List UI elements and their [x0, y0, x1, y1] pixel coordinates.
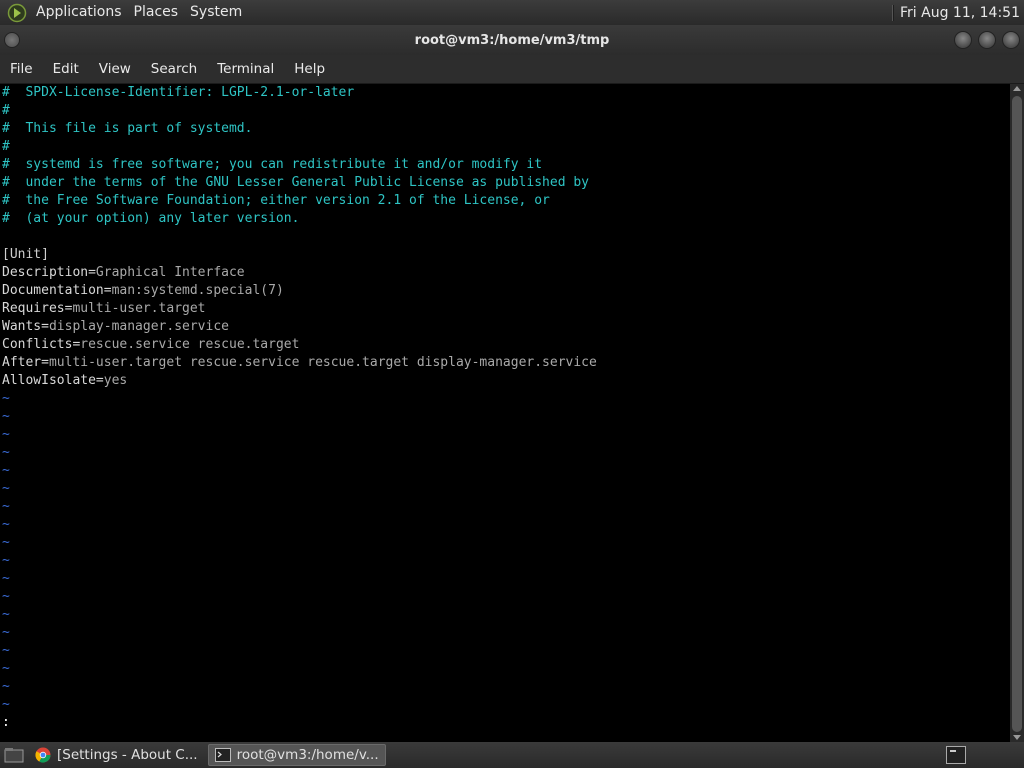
comment-line: # under the terms of the GNU Lesser Gene… — [2, 175, 589, 190]
config-key: After= — [2, 355, 49, 370]
taskbar-item-label: root@vm3:/home/v... — [236, 747, 379, 763]
tilde-line: ~ — [2, 463, 10, 478]
config-value: yes — [103, 373, 128, 388]
comment-line: # — [2, 139, 10, 154]
scrollbar-thumb[interactable] — [1012, 96, 1022, 732]
config-entry: Description=Graphical Interface — [0, 264, 1010, 282]
terminal-icon — [214, 748, 231, 762]
unit-section-header: [Unit] — [2, 247, 49, 262]
comment-line: # This file is part of systemd. — [2, 121, 253, 136]
vim-command-line[interactable]: : — [0, 714, 1010, 732]
config-key: Documentation= — [2, 283, 112, 298]
terminal-scrollbar[interactable] — [1010, 84, 1024, 742]
comment-line: # — [2, 103, 10, 118]
panel-separator — [892, 4, 895, 21]
tilde-line: ~ — [2, 499, 10, 514]
config-entry: After=multi-user.target rescue.service r… — [0, 354, 1010, 372]
menu-help[interactable]: Help — [288, 61, 331, 77]
config-key: Requires= — [2, 301, 73, 316]
terminal-area[interactable]: # SPDX-License-Identifier: LGPL-2.1-or-l… — [0, 84, 1010, 742]
scroll-down-arrow-icon[interactable] — [1013, 735, 1021, 740]
config-key: AllowIsolate= — [2, 373, 104, 388]
scroll-up-arrow-icon[interactable] — [1013, 86, 1021, 91]
places-menu[interactable]: Places — [128, 0, 185, 25]
config-key: Description= — [2, 265, 96, 280]
comment-line: # (at your option) any later version. — [2, 211, 300, 226]
system-menu[interactable]: System — [184, 0, 248, 25]
config-entry: Documentation=man:systemd.special(7) — [0, 282, 1010, 300]
clock[interactable]: Fri Aug 11, 14:51 — [900, 5, 1024, 21]
top-panel: Applications Places System Fri Aug 11, 1… — [0, 0, 1024, 25]
tilde-line: ~ — [2, 643, 10, 658]
comment-line: # systemd is free software; you can redi… — [2, 157, 543, 172]
menu-edit[interactable]: Edit — [47, 61, 85, 77]
tilde-line: ~ — [2, 571, 10, 586]
tilde-line: ~ — [2, 481, 10, 496]
tilde-line: ~ — [2, 517, 10, 532]
tilde-line: ~ — [2, 697, 10, 712]
tilde-line: ~ — [2, 589, 10, 604]
tilde-line: ~ — [2, 535, 10, 550]
menu-file[interactable]: File — [4, 61, 39, 77]
gnome-foot-icon[interactable] — [6, 2, 28, 24]
tilde-line: ~ — [2, 391, 10, 406]
taskbar-item-terminal[interactable]: root@vm3:/home/v... — [207, 744, 386, 766]
window-titlebar[interactable]: root@vm3:/home/vm3/tmp — [0, 25, 1024, 55]
comment-line: # SPDX-License-Identifier: LGPL-2.1-or-l… — [2, 85, 355, 100]
tilde-line: ~ — [2, 625, 10, 640]
tilde-line: ~ — [2, 409, 10, 424]
maximize-button[interactable] — [978, 31, 996, 49]
close-button[interactable] — [1002, 31, 1020, 49]
tray-terminal-icon[interactable] — [946, 746, 966, 764]
tilde-line: ~ — [2, 679, 10, 694]
config-entry: Wants=display-manager.service — [0, 318, 1010, 336]
config-value: rescue.service rescue.target — [80, 337, 300, 352]
bottom-panel: [Settings - About C... root@vm3:/home/v.… — [0, 742, 1024, 768]
config-entry: Requires=multi-user.target — [0, 300, 1010, 318]
tilde-line: ~ — [2, 427, 10, 442]
config-value: multi-user.target rescue.service rescue.… — [48, 355, 597, 370]
config-entry: Conflicts=rescue.service rescue.target — [0, 336, 1010, 354]
minimize-button[interactable] — [954, 31, 972, 49]
config-value: man:systemd.special(7) — [111, 283, 284, 298]
menu-view[interactable]: View — [93, 61, 137, 77]
chrome-icon — [35, 747, 51, 763]
window-title: root@vm3:/home/vm3/tmp — [414, 32, 610, 48]
tilde-line: ~ — [2, 661, 10, 676]
show-desktop-icon[interactable] — [3, 746, 25, 764]
terminal-menubar: File Edit View Search Terminal Help — [0, 55, 1024, 84]
taskbar-item-label: [Settings - About C... — [57, 747, 198, 763]
tilde-line: ~ — [2, 607, 10, 622]
config-entry: AllowIsolate=yes — [0, 372, 1010, 390]
config-value: display-manager.service — [48, 319, 229, 334]
comment-line: # the Free Software Foundation; either v… — [2, 193, 550, 208]
tilde-line: ~ — [2, 553, 10, 568]
tilde-line: ~ — [2, 445, 10, 460]
empty-buffer-lines: ~ ~ ~ ~ ~ ~ ~ ~ ~ ~ ~ ~ ~ ~ ~ ~ ~ ~ — [0, 390, 1010, 714]
window-menu-button[interactable] — [4, 32, 20, 48]
config-value: Graphical Interface — [95, 265, 245, 280]
taskbar-item-settings[interactable]: [Settings - About C... — [29, 744, 204, 766]
menu-search[interactable]: Search — [145, 61, 203, 77]
config-key: Wants= — [2, 319, 49, 334]
applications-menu[interactable]: Applications — [30, 0, 128, 25]
menu-terminal[interactable]: Terminal — [211, 61, 280, 77]
config-value: multi-user.target — [72, 301, 206, 316]
config-key: Conflicts= — [2, 337, 81, 352]
